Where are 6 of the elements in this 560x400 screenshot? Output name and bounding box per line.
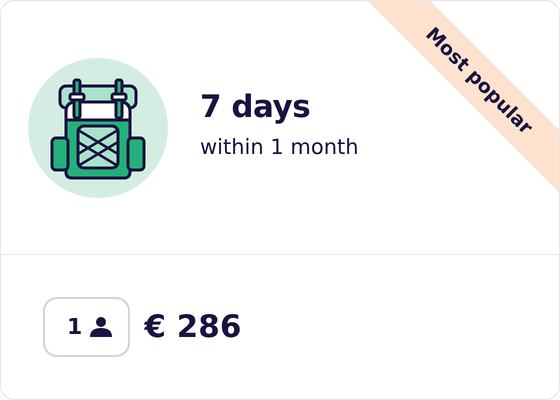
duration-subtitle: within 1 month xyxy=(200,134,359,158)
traveler-count: 1 xyxy=(43,297,130,357)
backpack-icon xyxy=(48,76,148,180)
person-icon xyxy=(90,317,112,337)
duration-title: 7 days xyxy=(200,88,312,124)
price: € 286 xyxy=(144,309,242,345)
